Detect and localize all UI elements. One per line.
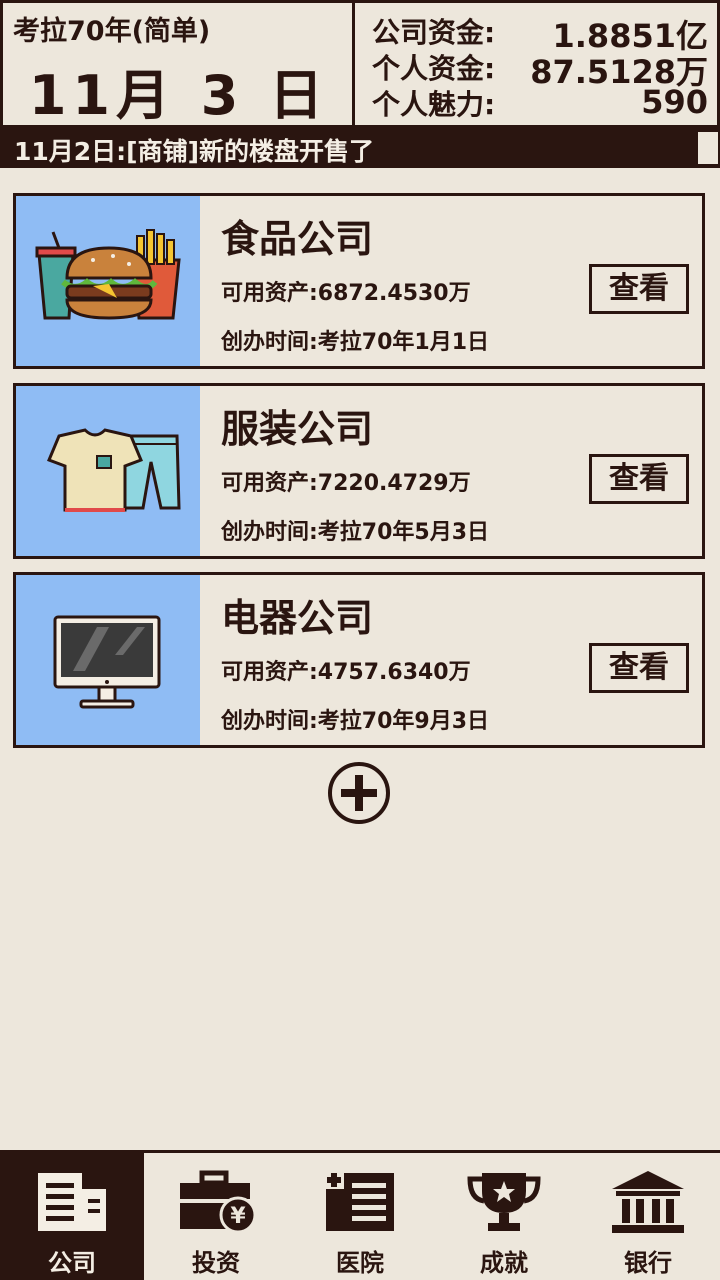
funds-panel: 公司资金: 1.8851亿 个人资金: 87.5128万 个人魅力: 590 xyxy=(358,3,720,125)
company-name: 电器公司 xyxy=(221,596,374,640)
nav-company[interactable]: 公司 xyxy=(0,1153,144,1280)
news-ticker-text: 11月2日:[商铺]新的楼盘开售了 xyxy=(14,137,375,166)
company-assets: 可用资产:6872.4530万 xyxy=(221,281,471,306)
company-funds: 公司资金: 1.8851亿 xyxy=(372,11,708,55)
nav-label: 公司 xyxy=(48,1249,96,1277)
view-button[interactable]: 查看 xyxy=(589,454,689,504)
company-thumb xyxy=(16,386,200,556)
nav-label: 银行 xyxy=(624,1249,672,1277)
company-assets: 可用资产:4757.6340万 xyxy=(221,660,471,685)
company-card-clothing: 服装公司 可用资产:7220.4729万 创办时间:考拉70年5月3日 查看 xyxy=(13,383,705,559)
news-expand-button[interactable] xyxy=(696,130,720,166)
company-building-icon xyxy=(38,1173,106,1231)
company-name: 服装公司 xyxy=(221,407,374,451)
nav-label: 医院 xyxy=(336,1249,384,1277)
company-founded: 创办时间:考拉70年9月3日 xyxy=(221,709,490,734)
nav-bank[interactable]: 银行 xyxy=(576,1153,720,1280)
nav-label: 投资 xyxy=(192,1249,240,1277)
nav-achievements[interactable]: 成就 xyxy=(432,1153,576,1280)
personal-charm: 个人魅力: 590 xyxy=(372,83,708,121)
status-header: 考拉70年(简单) 11月 3 日 公司资金: 1.8851亿 个人资金: 87… xyxy=(0,0,720,128)
era-label: 考拉70年(简单) xyxy=(13,16,211,47)
nav-hospital[interactable]: 医院 xyxy=(288,1153,432,1280)
briefcase-yen-icon: ¥ xyxy=(180,1170,257,1234)
company-card-electronics: 电器公司 可用资产:4757.6340万 创办时间:考拉70年9月3日 查看 xyxy=(13,572,705,748)
company-founded: 创办时间:考拉70年1月1日 xyxy=(221,330,490,355)
tshirt-jeans-icon xyxy=(47,428,181,512)
date-panel: 考拉70年(简单) 11月 3 日 xyxy=(3,3,355,127)
monitor-icon xyxy=(53,615,161,709)
view-button[interactable]: 查看 xyxy=(589,264,689,314)
personal-funds: 个人资金: 87.5128万 xyxy=(372,47,708,91)
nav-label: 成就 xyxy=(480,1249,528,1277)
personal-charm-label: 个人魅力: xyxy=(372,88,496,121)
company-card-food: 食品公司 可用资产:6872.4530万 创办时间:考拉70年1月1日 查看 xyxy=(13,193,705,369)
current-date: 11月 3 日 xyxy=(28,64,330,127)
bank-icon xyxy=(612,1171,684,1233)
svg-text:¥: ¥ xyxy=(230,1204,246,1229)
burger-fries-icon xyxy=(35,229,181,320)
company-funds-label: 公司资金: xyxy=(372,16,496,49)
company-thumb xyxy=(16,575,200,745)
hospital-icon xyxy=(326,1173,394,1231)
add-company-button[interactable] xyxy=(327,761,391,825)
news-ticker[interactable]: 11月2日:[商铺]新的楼盘开售了 xyxy=(0,128,720,168)
personal-funds-label: 个人资金: xyxy=(372,52,496,85)
company-founded: 创办时间:考拉70年5月3日 xyxy=(221,520,490,545)
nav-invest[interactable]: ¥ 投资 xyxy=(144,1153,288,1280)
company-assets: 可用资产:7220.4729万 xyxy=(221,471,471,496)
company-thumb xyxy=(16,196,200,366)
trophy-icon xyxy=(467,1173,541,1231)
view-button[interactable]: 查看 xyxy=(589,643,689,693)
company-name: 食品公司 xyxy=(221,217,374,261)
bottom-nav: 公司 ¥ 投资 医院 成就 银行 xyxy=(0,1150,720,1280)
personal-charm-value: 590 xyxy=(641,83,708,121)
